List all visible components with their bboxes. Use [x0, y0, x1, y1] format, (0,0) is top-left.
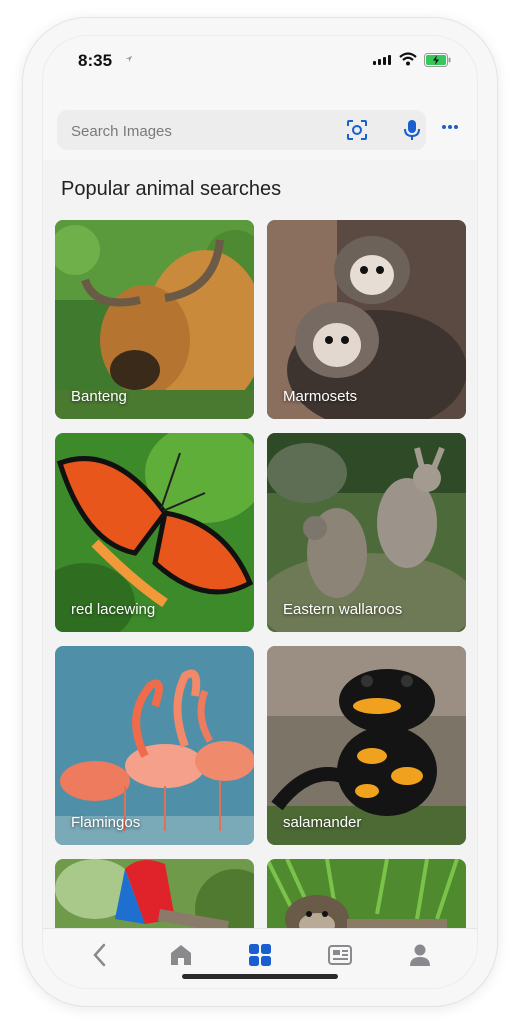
news-icon[interactable] — [326, 941, 354, 969]
tile-eastern-wallaroos[interactable]: Eastern wallaroos — [267, 433, 466, 632]
bottom-tab-bar — [43, 928, 477, 988]
phone-frame: 8:35 Search Images Popular animal search… — [23, 18, 497, 1006]
otter-image — [267, 859, 466, 928]
location-arrow-icon — [125, 55, 133, 63]
back-icon[interactable] — [87, 941, 115, 969]
wifi-icon — [399, 52, 417, 66]
tile-label: Marmosets — [283, 388, 358, 405]
microphone-icon[interactable] — [404, 119, 420, 141]
home-icon[interactable] — [167, 941, 195, 969]
cellular-signal-icon — [373, 55, 391, 65]
tile-marmosets[interactable]: Marmosets — [267, 220, 466, 419]
battery-charging-icon — [424, 53, 451, 67]
tile-label: Eastern wallaroos — [283, 601, 403, 618]
search-input[interactable] — [69, 120, 323, 142]
status-bar: 8:35 — [43, 36, 477, 88]
status-time: 8:35 — [78, 51, 113, 70]
tile-banteng[interactable]: Banteng — [55, 220, 254, 419]
tile-label: Flamingos — [71, 814, 141, 831]
tile-red-lacewing[interactable]: red lacewing — [55, 433, 254, 632]
tile-salamander[interactable]: salamander — [267, 646, 466, 845]
tile-label: salamander — [283, 814, 362, 831]
apps-grid-icon[interactable] — [246, 941, 274, 969]
more-options-icon[interactable] — [441, 124, 459, 130]
visual-search-icon[interactable] — [346, 119, 368, 141]
results-content: Popular animal searches Banteng Marmoset… — [43, 160, 477, 928]
tile-label: red lacewing — [71, 601, 156, 618]
tile-parrot[interactable] — [55, 859, 254, 928]
tile-otter[interactable] — [267, 859, 466, 928]
search-box[interactable] — [57, 110, 426, 150]
screen: 8:35 Search Images Popular animal search… — [43, 36, 477, 988]
profile-icon[interactable] — [406, 941, 434, 969]
search-header — [43, 88, 477, 160]
parrot-image — [55, 859, 254, 928]
home-indicator[interactable] — [182, 974, 338, 979]
tile-label: Banteng — [71, 388, 127, 405]
section-title: Popular animal searches — [61, 178, 282, 200]
tile-flamingos[interactable]: Flamingos — [55, 646, 254, 845]
